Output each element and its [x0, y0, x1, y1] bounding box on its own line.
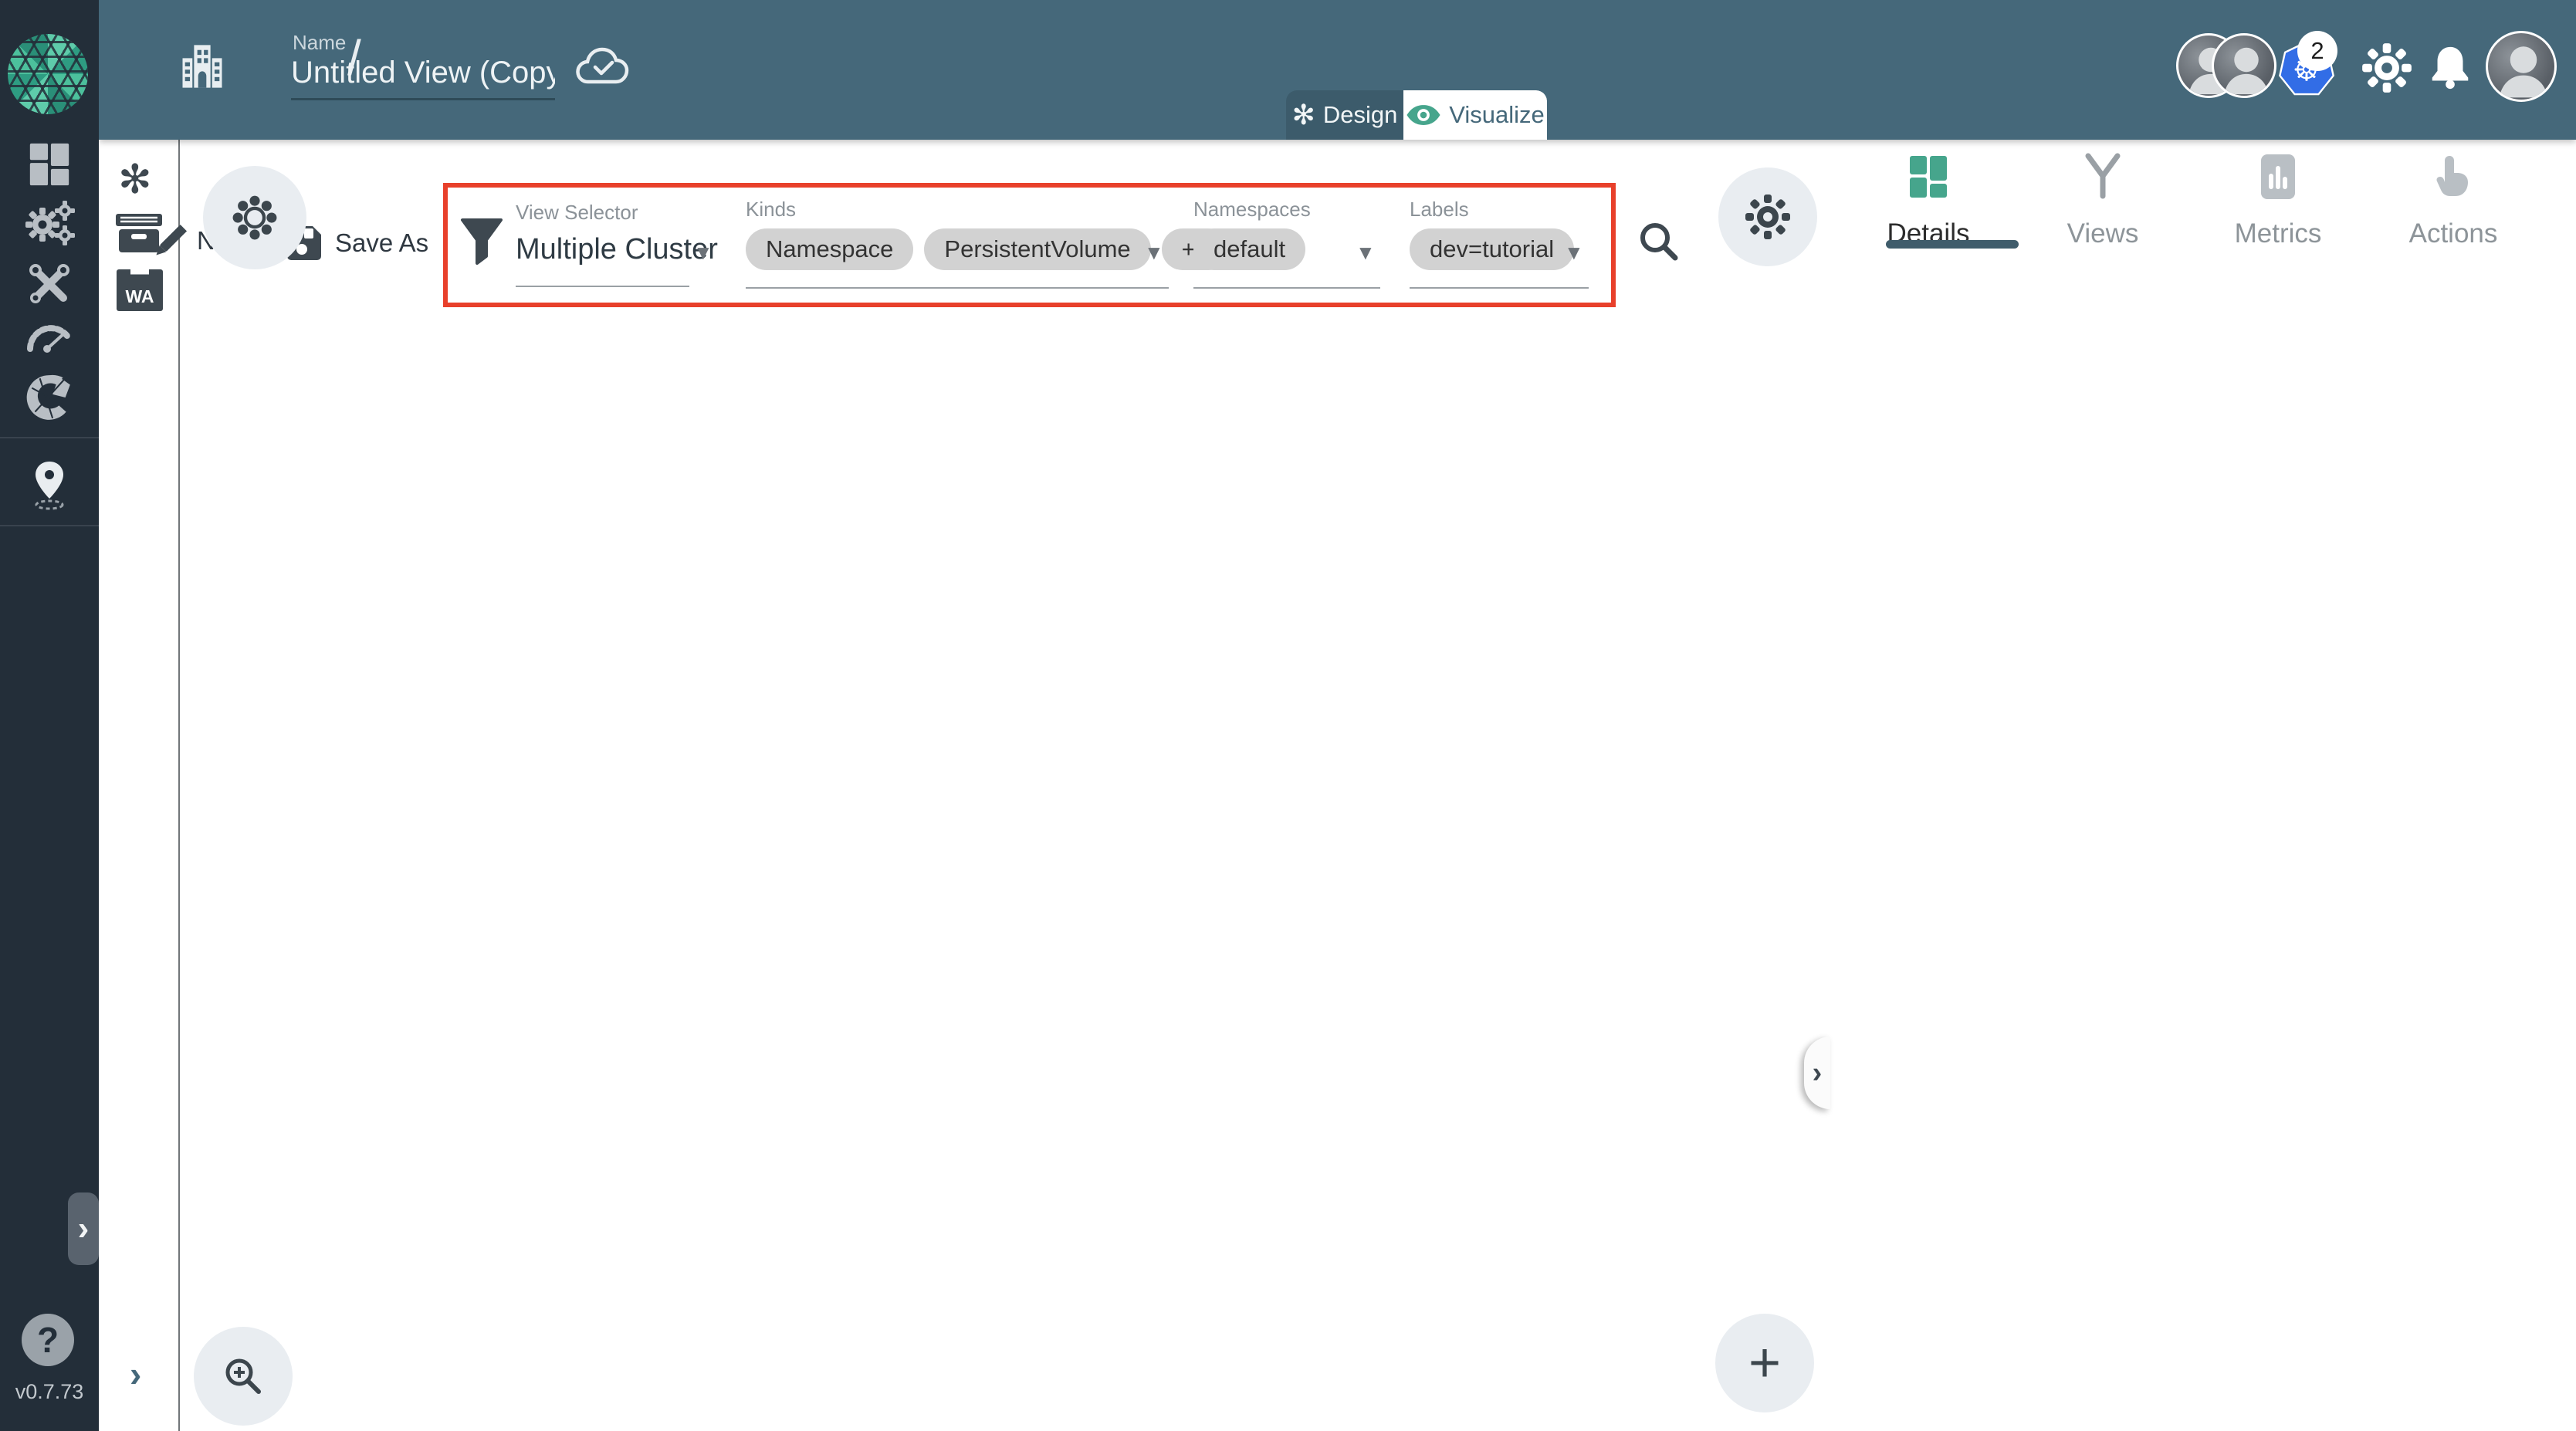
context-switcher-button[interactable]	[203, 166, 306, 269]
chevron-down-icon[interactable]: ▼	[1144, 241, 1164, 265]
collaborator-avatar[interactable]	[2212, 33, 2276, 98]
app-version: v0.7.73	[15, 1380, 84, 1403]
tab-views[interactable]: Views	[2022, 149, 2184, 249]
dashboard-grid-icon	[29, 143, 69, 186]
chevron-down-icon[interactable]: ▼	[1356, 241, 1376, 265]
sidebar-item-lifecycle[interactable]	[0, 198, 99, 249]
field-underline	[746, 287, 1169, 289]
add-node-button[interactable]: +	[1715, 1314, 1814, 1412]
tab-design[interactable]: ✻ Design	[1286, 90, 1403, 140]
active-tab-indicator	[1886, 240, 2019, 249]
sidebar-item-environment[interactable]	[0, 458, 99, 513]
notifications-bell-icon[interactable]	[2426, 43, 2474, 93]
tab-visualize[interactable]: Visualize	[1403, 90, 1547, 140]
sidebar-item-toolbox[interactable]	[0, 259, 99, 309]
mode-toggle: ✻ Design Visualize	[1286, 90, 1547, 140]
filter-chip[interactable]: default	[1193, 228, 1306, 270]
sidebar-divider	[0, 525, 99, 526]
name-field-label: Name	[293, 31, 347, 54]
performance-speedometer-icon	[27, 325, 72, 353]
view-selector-label: View Selector	[516, 201, 638, 224]
visualize-eye-icon	[1406, 105, 1440, 125]
sidebar-divider	[0, 437, 99, 438]
rail-expand-chevron[interactable]: ›	[130, 1353, 141, 1395]
edit-pencil-icon[interactable]	[147, 222, 190, 265]
labels-label: Labels	[1410, 198, 1469, 221]
namespaces-label: Namespaces	[1193, 198, 1311, 221]
view-selector-value[interactable]: Multiple Cluster	[516, 233, 718, 266]
filter-chip[interactable]: PersistentVolume	[924, 228, 1151, 270]
sidebar-item-dashboard[interactable]	[0, 140, 99, 188]
namespaces-chip-row: default	[1193, 228, 1306, 270]
metrics-icon	[2197, 149, 2359, 205]
details-panel	[1829, 140, 2576, 1431]
context-count-badge: 2	[2297, 31, 2337, 71]
sidebar-item-extensions[interactable]	[0, 372, 99, 423]
app-header: / Name ✻ Design Visualize	[99, 0, 2576, 140]
canvas-settings-button[interactable]	[1718, 167, 1817, 266]
field-underline	[516, 286, 689, 287]
labels-chip-row: dev=tutorial	[1410, 228, 1575, 270]
wasm-filter-icon[interactable]: WA	[117, 269, 163, 311]
organization-icon[interactable]	[176, 40, 228, 93]
filter-chip[interactable]: Namespace	[746, 228, 914, 270]
search-icon[interactable]	[1635, 218, 1681, 264]
zoom-button[interactable]	[194, 1327, 293, 1426]
view-name-input[interactable]	[291, 56, 555, 100]
settings-gear-icon[interactable]	[2361, 42, 2413, 94]
kinds-label: Kinds	[746, 198, 797, 221]
location-pin-icon	[35, 462, 64, 510]
chevron-down-icon[interactable]: ▼	[693, 241, 713, 265]
cloud-saved-icon	[576, 47, 629, 84]
visualize-canvas[interactable]	[181, 140, 1827, 1431]
filter-funnel-icon	[461, 218, 503, 265]
tab-actions[interactable]: Actions	[2372, 149, 2534, 249]
design-swirl-icon: ✻	[1291, 99, 1315, 131]
filter-chip[interactable]: dev=tutorial	[1410, 228, 1575, 270]
tab-metrics[interactable]: Metrics	[2197, 149, 2359, 249]
field-underline	[1193, 287, 1380, 289]
main-sidebar: › ? v0.7.73	[0, 0, 99, 1431]
gear-icon	[1745, 195, 1790, 239]
help-button[interactable]: ?	[22, 1314, 74, 1366]
actions-hand-icon	[2372, 149, 2534, 205]
toolbox-icon	[29, 264, 69, 303]
user-avatar[interactable]	[2486, 31, 2557, 102]
tab-details[interactable]: Details	[1847, 149, 2009, 249]
chevron-down-icon[interactable]: ▼	[1564, 241, 1584, 265]
sidebar-item-performance[interactable]	[0, 313, 99, 357]
zoom-in-icon	[225, 1358, 261, 1394]
extensions-mesh-icon	[26, 374, 70, 420]
field-underline	[1410, 287, 1589, 289]
tool-rail: ✻ WA ›	[99, 140, 188, 1431]
meshery-app: / Name ✻ Design Visualize	[0, 0, 2576, 1431]
meshery-logo[interactable]	[8, 34, 88, 114]
grid-icon	[1847, 149, 2009, 205]
mesh-flower-icon	[232, 195, 277, 240]
sidebar-expand-handle[interactable]: ›	[68, 1192, 99, 1265]
lifecycle-gears-icon	[25, 201, 75, 245]
design-swirl-icon[interactable]: ✻	[118, 157, 152, 203]
save-as-button[interactable]: Save As	[335, 228, 428, 258]
views-icon	[2022, 149, 2184, 205]
